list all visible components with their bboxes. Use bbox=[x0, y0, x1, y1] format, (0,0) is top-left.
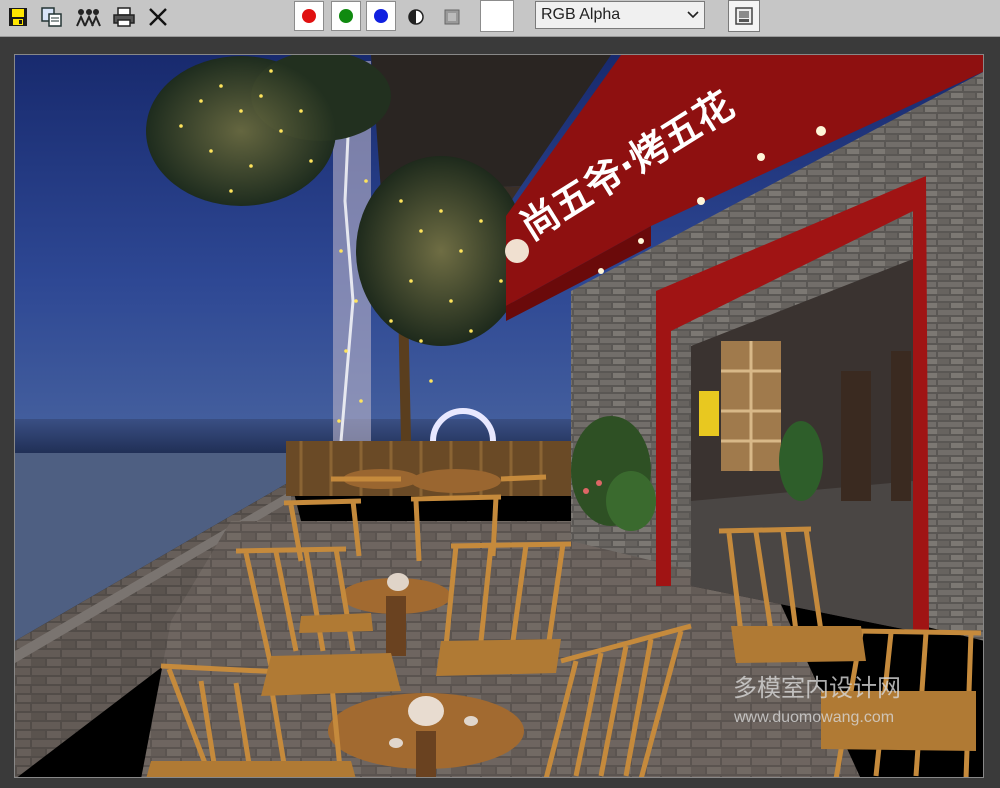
chevron-down-icon bbox=[682, 11, 704, 19]
blue-channel-button[interactable] bbox=[366, 1, 396, 31]
clone-window-icon[interactable] bbox=[38, 3, 66, 31]
red-channel-button[interactable] bbox=[294, 1, 324, 31]
monochrome-icon[interactable] bbox=[402, 3, 430, 31]
green-channel-button[interactable] bbox=[331, 1, 361, 31]
alpha-channel-icon[interactable] bbox=[438, 3, 466, 31]
watermark-chinese: 多模室内设计网 bbox=[733, 674, 901, 702]
frame-buffer-toolbar: RGB Alpha bbox=[0, 0, 1000, 37]
color-swatch[interactable] bbox=[480, 0, 514, 32]
frame-buffer-icon[interactable] bbox=[728, 0, 760, 32]
rendered-image: 尚五爷·烤五花 多模室内设计网 www.duomowang.com bbox=[15, 55, 983, 777]
print-icon[interactable] bbox=[110, 3, 138, 31]
clear-icon[interactable] bbox=[144, 3, 172, 31]
display-channel-select[interactable]: RGB Alpha bbox=[535, 1, 705, 29]
channel-copy-icon[interactable] bbox=[74, 3, 102, 31]
save-image-icon[interactable] bbox=[4, 3, 32, 31]
red-dot-icon bbox=[302, 9, 316, 23]
watermark-url: www.duomowang.com bbox=[733, 709, 894, 726]
blue-dot-icon bbox=[374, 9, 388, 23]
render-viewport: 尚五爷·烤五花 多模室内设计网 www.duomowang.com bbox=[14, 54, 984, 778]
display-channel-value: RGB Alpha bbox=[541, 6, 621, 23]
green-dot-icon bbox=[339, 9, 353, 23]
